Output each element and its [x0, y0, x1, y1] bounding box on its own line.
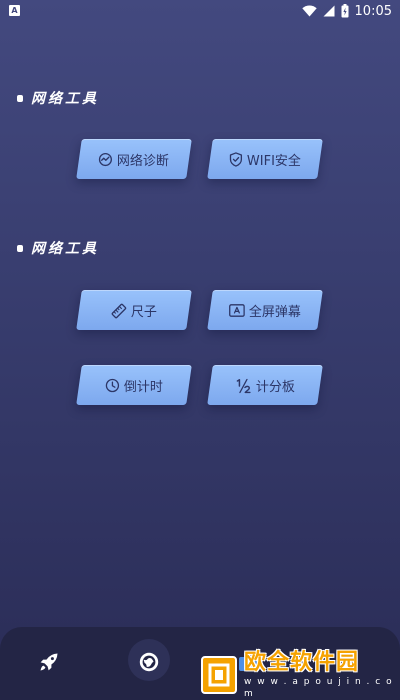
nav-item-rocket[interactable] [34, 647, 64, 677]
section-bullet [17, 244, 23, 252]
notification-a-icon: A [9, 5, 20, 16]
wifi-icon [301, 5, 317, 17]
network-diagnosis-button[interactable]: 网络诊断 [76, 139, 192, 179]
globe-icon [139, 652, 159, 672]
scoreboard-button[interactable]: 计分板 [207, 365, 323, 405]
ruler-button[interactable]: 尺子 [76, 290, 192, 330]
wifi-security-button[interactable]: WIFI安全 [207, 139, 323, 179]
network-diagnosis-icon [99, 152, 113, 166]
section-bullet [17, 94, 23, 102]
status-time: 10:05 [354, 3, 392, 19]
network-diagnosis-label: 网络诊断 [117, 153, 170, 169]
countdown-button[interactable]: 倒计时 [76, 365, 192, 405]
ruler-label: 尺子 [130, 304, 157, 320]
fullscreen-barrage-label: 全屏弹幕 [248, 304, 301, 320]
status-bar: A 10:05 [0, 0, 400, 22]
watermark-logo [200, 655, 238, 695]
watermark-url: w w w . a p o u j i n . c o m [244, 677, 394, 699]
battery-icon [341, 4, 349, 18]
section-title-text: 网络工具 [31, 241, 99, 257]
site-watermark: 欧全软件园 w w w . a p o u j i n . c o m [200, 650, 396, 699]
clock-icon [105, 378, 120, 392]
watermark-title: 欧全软件园 [244, 650, 360, 675]
fullscreen-barrage-button[interactable]: 全屏弹幕 [207, 290, 323, 330]
status-icons: 10:05 [301, 3, 392, 19]
ruler-icon [111, 302, 127, 318]
rocket-icon [40, 653, 58, 671]
signal-icon [323, 5, 335, 17]
shield-icon [229, 151, 243, 167]
nav-item-globe[interactable] [134, 647, 164, 677]
barrage-icon [229, 303, 245, 317]
fraction-icon [236, 377, 251, 393]
scoreboard-label: 计分板 [255, 379, 295, 395]
section-title-network-tools-1: 网络工具 [17, 88, 99, 108]
section-title-text: 网络工具 [31, 91, 99, 107]
section-title-network-tools-2: 网络工具 [17, 238, 99, 258]
countdown-label: 倒计时 [123, 379, 163, 395]
wifi-security-label: WIFI安全 [247, 153, 301, 169]
